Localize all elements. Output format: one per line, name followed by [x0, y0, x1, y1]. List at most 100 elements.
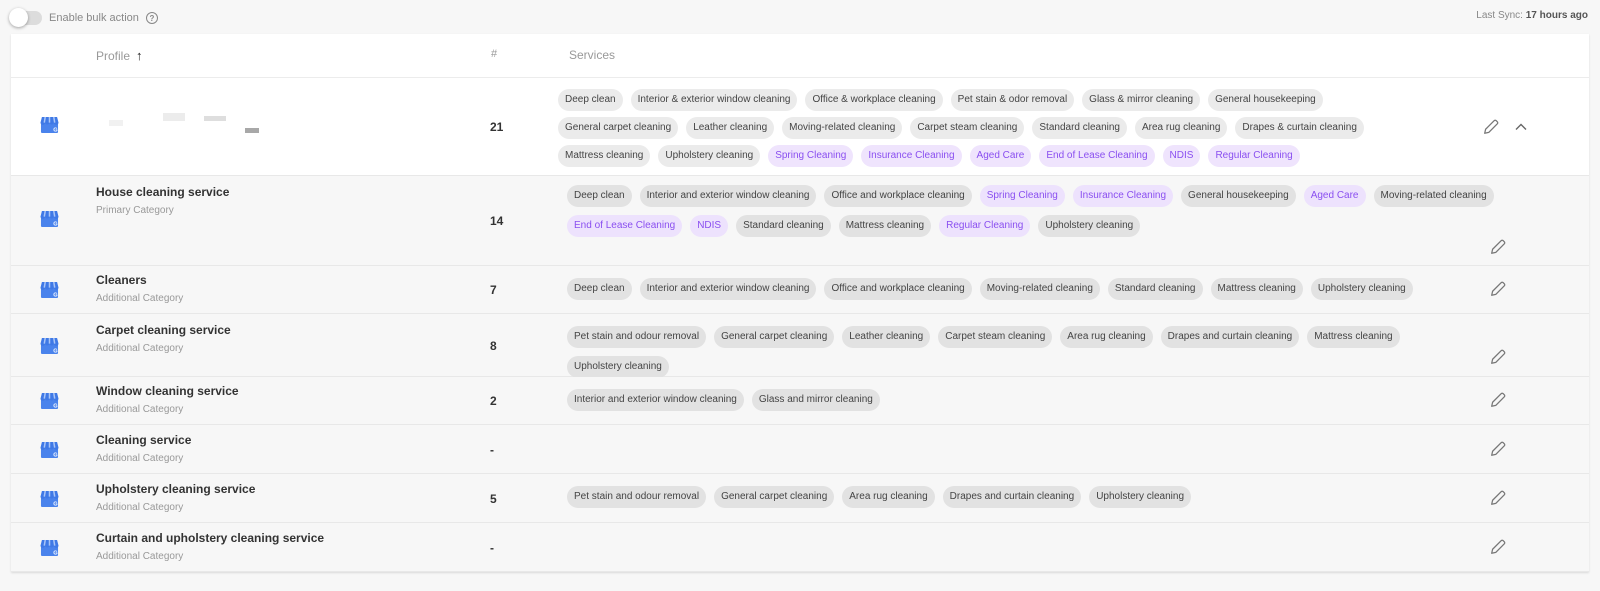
custom-service-chip[interactable]: NDIS — [690, 215, 729, 237]
custom-service-chip[interactable]: End of Lease Cleaning — [567, 215, 683, 237]
business-profile-icon: G — [40, 281, 59, 299]
custom-service-chip[interactable]: Spring Cleaning — [768, 145, 854, 167]
custom-service-chip[interactable]: End of Lease Cleaning — [1039, 145, 1155, 167]
service-chip[interactable]: Moving-related cleaning — [782, 117, 903, 139]
service-count: 2 — [490, 394, 497, 408]
service-chip[interactable]: Pet stain and odour removal — [567, 326, 707, 348]
service-chip[interactable]: Interior and exterior window cleaning — [567, 389, 744, 411]
service-chip[interactable]: Upholstery cleaning — [658, 145, 761, 167]
category-name-block: Upholstery cleaning service Additional Ca… — [96, 482, 255, 513]
svg-text:G: G — [53, 551, 58, 557]
service-chip[interactable]: Interior and exterior window cleaning — [639, 185, 817, 207]
service-chip[interactable]: Office and workplace cleaning — [824, 278, 972, 300]
bulk-action-toggle[interactable] — [9, 8, 42, 27]
service-chip[interactable]: Mattress cleaning — [1307, 326, 1400, 348]
service-chip[interactable]: Upholstery cleaning — [567, 356, 669, 378]
edit-icon[interactable] — [1489, 238, 1507, 256]
custom-service-chip[interactable]: Spring Cleaning — [979, 185, 1065, 207]
top-bar: Enable bulk action ? Last Sync: 17 hours… — [0, 0, 1600, 34]
edit-icon[interactable] — [1489, 489, 1507, 507]
services-list: Deep clean Interior & exterior window cle… — [558, 89, 1389, 167]
help-icon[interactable]: ? — [145, 12, 158, 24]
service-count: 7 — [490, 283, 497, 297]
custom-service-chip[interactable]: Regular Cleaning — [1208, 145, 1300, 167]
service-chip[interactable]: Leather cleaning — [842, 326, 931, 348]
service-chip[interactable]: Mattress cleaning — [558, 145, 651, 167]
table-row: G Cleaning service Additional Category - — [11, 425, 1589, 474]
service-chip[interactable]: Mattress cleaning — [838, 215, 932, 237]
service-chip[interactable]: Interior and exterior window cleaning — [639, 278, 817, 300]
service-chip[interactable]: Glass and mirror cleaning — [751, 389, 880, 411]
service-chip[interactable]: Pet stain & odor removal — [950, 89, 1075, 111]
service-chip[interactable]: Drapes and curtain cleaning — [1160, 326, 1300, 348]
service-chip[interactable]: Pet stain and odour removal — [567, 486, 707, 508]
table-header: Profile ↑ # Services — [11, 34, 1589, 78]
service-chip[interactable]: Area rug cleaning — [1060, 326, 1153, 348]
edit-icon[interactable] — [1489, 391, 1507, 409]
service-chip[interactable]: Glass & mirror cleaning — [1082, 89, 1201, 111]
business-profile-icon: G — [40, 392, 59, 410]
services-list: Deep clean Interior and exterior window c… — [567, 278, 1499, 300]
column-header-profile[interactable]: Profile ↑ — [96, 48, 143, 63]
category-name: Cleaners — [96, 273, 147, 287]
service-chip[interactable]: General housekeeping — [1181, 185, 1296, 207]
table-row: G House cleaning service Primary Category 1… — [11, 176, 1589, 266]
last-sync: Last Sync: 17 hours ago — [1476, 10, 1588, 21]
service-chip[interactable]: General housekeeping — [1208, 89, 1323, 111]
service-count: 14 — [490, 214, 504, 228]
service-chip[interactable]: Standard cleaning — [1032, 117, 1127, 139]
edit-icon[interactable] — [1489, 538, 1507, 556]
service-chip[interactable]: Office & workplace cleaning — [805, 89, 943, 111]
service-chip[interactable]: Standard cleaning — [1107, 278, 1203, 300]
service-chip[interactable]: Deep clean — [567, 278, 632, 300]
service-chip[interactable]: Area rug cleaning — [842, 486, 935, 508]
custom-service-chip[interactable]: NDIS — [1162, 145, 1201, 167]
service-chip[interactable]: Drapes and curtain cleaning — [942, 486, 1082, 508]
category-type: Primary Category — [96, 205, 174, 216]
edit-icon[interactable] — [1489, 348, 1507, 366]
last-sync-label: Last Sync: — [1476, 10, 1523, 21]
service-chip[interactable]: Area rug cleaning — [1135, 117, 1228, 139]
service-chip[interactable]: Moving-related cleaning — [979, 278, 1100, 300]
custom-service-chip[interactable]: Insurance Cleaning — [861, 145, 962, 167]
service-chip[interactable]: Moving-related cleaning — [1373, 185, 1494, 207]
toggle-knob — [9, 8, 28, 27]
edit-icon[interactable] — [1489, 440, 1507, 458]
edit-icon[interactable] — [1482, 118, 1500, 136]
service-chip[interactable]: Standard cleaning — [736, 215, 831, 237]
edit-icon[interactable] — [1489, 280, 1507, 298]
business-profile-icon: G — [40, 116, 59, 134]
custom-service-chip[interactable]: Insurance Cleaning — [1072, 185, 1174, 207]
custom-service-chip[interactable]: Regular Cleaning — [939, 215, 1031, 237]
service-chip[interactable]: Upholstery cleaning — [1310, 278, 1413, 300]
service-chip[interactable]: Mattress cleaning — [1210, 278, 1303, 300]
custom-service-chip[interactable]: Aged Care — [1303, 185, 1366, 207]
service-chip[interactable]: Deep clean — [558, 89, 623, 111]
custom-service-chip[interactable]: Aged Care — [969, 145, 1032, 167]
table-row: G Window cleaning service Additional Categ… — [11, 377, 1589, 425]
service-chip[interactable]: Deep clean — [567, 185, 632, 207]
sort-ascending-icon[interactable]: ↑ — [136, 48, 143, 63]
service-count: - — [490, 541, 494, 555]
category-type: Additional Category — [96, 404, 184, 415]
service-chip[interactable]: Interior & exterior window cleaning — [630, 89, 798, 111]
category-name-block: Carpet cleaning service Additional Catego… — [96, 323, 231, 354]
collapse-chevron-up-icon[interactable] — [1513, 119, 1529, 135]
column-header-services: Services — [569, 48, 616, 62]
service-chip[interactable]: Carpet steam cleaning — [910, 117, 1025, 139]
redacted-profile-name — [109, 120, 123, 126]
bulk-action-label: Enable bulk action — [49, 12, 139, 24]
service-count: 21 — [490, 120, 504, 134]
category-name: Upholstery cleaning service — [96, 482, 256, 496]
services-list: Pet stain and odour removal General carpe… — [567, 326, 1499, 378]
service-chip[interactable]: Carpet steam cleaning — [938, 326, 1053, 348]
table-row: G Upholstery cleaning service Additional C… — [11, 474, 1589, 523]
service-chip[interactable]: Upholstery cleaning — [1038, 215, 1141, 237]
service-chip[interactable]: Upholstery cleaning — [1089, 486, 1192, 508]
service-chip[interactable]: Drapes & curtain cleaning — [1235, 117, 1364, 139]
service-chip[interactable]: Leather cleaning — [686, 117, 775, 139]
service-chip[interactable]: General carpet cleaning — [558, 117, 679, 139]
service-chip[interactable]: Office and workplace cleaning — [824, 185, 972, 207]
service-chip[interactable]: General carpet cleaning — [714, 486, 835, 508]
service-chip[interactable]: General carpet cleaning — [714, 326, 835, 348]
